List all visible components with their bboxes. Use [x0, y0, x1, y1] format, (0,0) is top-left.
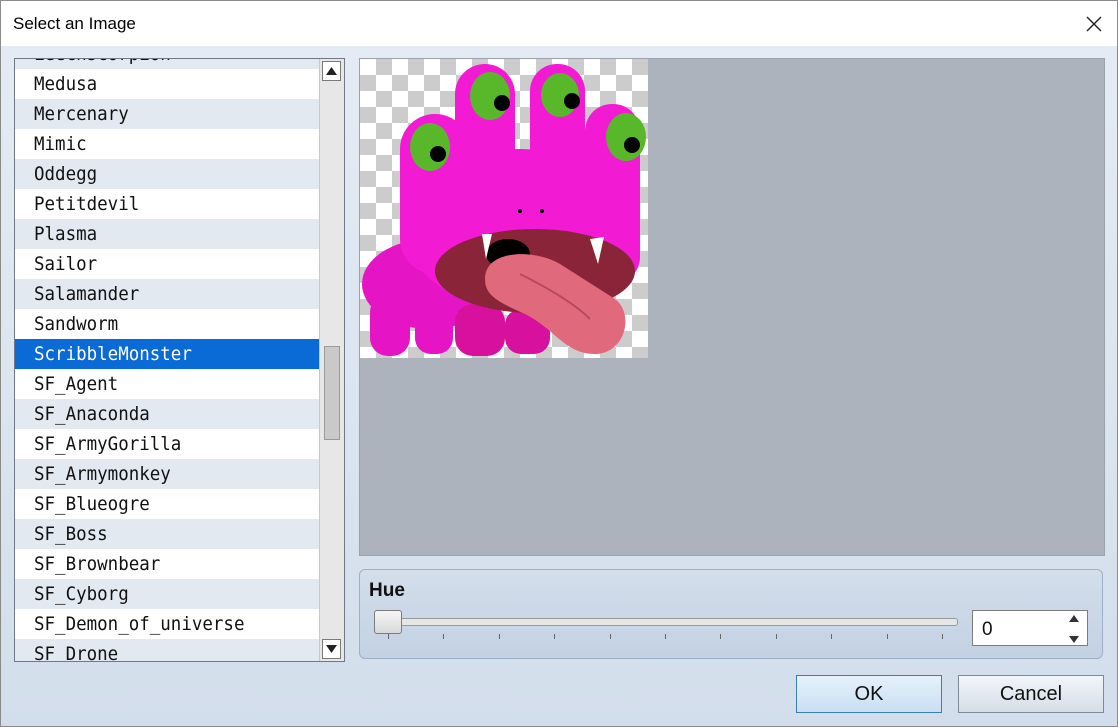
list-item-label: SF_Armymonkey — [34, 463, 171, 485]
title-bar: Select an Image — [1, 1, 1117, 46]
list-item[interactable]: SF_Demon_of_universe — [15, 609, 319, 639]
list-item-label: Leechscorpion — [34, 59, 171, 69]
hue-slider-tick — [831, 634, 833, 639]
image-preview — [359, 58, 1105, 556]
hue-panel: Hue 0 — [359, 569, 1103, 659]
list-item-label: SF_Anaconda — [34, 403, 150, 425]
list-item[interactable]: Sandworm — [15, 309, 319, 339]
list-item[interactable]: Leechscorpion — [15, 59, 319, 69]
list-item[interactable]: Petitdevil — [15, 189, 319, 219]
scroll-down-button[interactable] — [322, 639, 341, 659]
list-item[interactable]: Plasma — [15, 219, 319, 249]
list-item-label: Mimic — [34, 133, 87, 155]
hue-slider-track[interactable] — [374, 618, 958, 626]
hue-value: 0 — [982, 619, 993, 640]
list-item-label: SF_Demon_of_universe — [34, 613, 245, 635]
list-item-label: Oddegg — [34, 163, 98, 185]
list-item[interactable]: Mimic — [15, 129, 319, 159]
list-item-label: SF_Boss — [34, 523, 108, 545]
list-item-label: ScribbleMonster — [34, 343, 192, 365]
list-item[interactable]: Medusa — [15, 69, 319, 99]
hue-slider-thumb[interactable] — [374, 610, 402, 634]
hue-slider-tick — [942, 634, 943, 639]
list-item-label: Mercenary — [34, 103, 129, 125]
monster-image — [362, 64, 646, 356]
list-item[interactable]: SF_Blueogre — [15, 489, 319, 519]
list-scrollbar[interactable] — [319, 59, 344, 661]
list-item[interactable]: ScribbleMonster — [15, 339, 319, 369]
hue-spin-arrows[interactable] — [1068, 615, 1080, 643]
hue-slider-tick — [388, 634, 389, 639]
hue-slider-tick — [720, 634, 722, 639]
hue-label: Hue — [369, 580, 405, 601]
list-item[interactable]: SF_Boss — [15, 519, 319, 549]
list-item-label: SF_ArmyGorilla — [34, 433, 182, 455]
list-item-label: SF_Blueogre — [34, 493, 150, 515]
close-icon — [1086, 16, 1102, 31]
hue-slider-tick — [886, 634, 888, 639]
list-item-label: SF_Agent — [34, 373, 119, 395]
list-item-label: SF_Brownbear — [34, 553, 161, 575]
list-item-label: Sandworm — [34, 313, 119, 335]
list-item[interactable]: Salamander — [15, 279, 319, 309]
hue-slider-tick — [609, 634, 611, 639]
hue-slider-tick — [498, 634, 500, 639]
spin-up-icon[interactable] — [1069, 615, 1079, 622]
scroll-up-button[interactable] — [322, 61, 341, 81]
list-item-label: Salamander — [34, 283, 140, 305]
hue-slider-tick — [665, 634, 666, 639]
hue-slider-tick — [443, 634, 445, 639]
cancel-button[interactable]: Cancel — [958, 675, 1104, 713]
list-item[interactable]: Sailor — [15, 249, 319, 279]
list-item-label: Sailor — [34, 253, 98, 275]
image-list-items: Leechscorpion Medusa Mercenary Mimic Oddegg P… — [15, 59, 319, 662]
scroll-thumb[interactable] — [324, 346, 340, 440]
arrow-up-icon — [326, 67, 337, 75]
window-title: Select an Image — [13, 14, 136, 33]
list-item-label: Petitdevil — [34, 193, 140, 215]
list-item-label: Plasma — [34, 223, 98, 245]
image-list[interactable]: Leechscorpion Medusa Mercenary Mimic Oddegg P… — [14, 58, 345, 662]
list-item[interactable]: SF_Anaconda — [15, 399, 319, 429]
hue-slider-tick — [554, 634, 556, 639]
list-item[interactable]: SF_Cyborg — [15, 579, 319, 609]
spin-down-icon[interactable] — [1069, 636, 1079, 643]
list-item[interactable]: SF_ArmyGorilla — [15, 429, 319, 459]
list-item[interactable]: Oddegg — [15, 159, 319, 189]
list-item[interactable]: SF_Drone — [15, 639, 319, 662]
hue-spinbox[interactable]: 0 — [972, 610, 1088, 646]
list-item-label: SF_Drone — [34, 643, 119, 662]
list-item[interactable]: SF_Armymonkey — [15, 459, 319, 489]
arrow-down-icon — [326, 645, 337, 653]
hue-slider-tick — [775, 634, 777, 639]
select-image-dialog: Select an Image Leechscorpion Medusa Merce… — [0, 0, 1118, 727]
close-button[interactable] — [1071, 1, 1117, 46]
list-item-label: SF_Cyborg — [34, 583, 129, 605]
list-item[interactable]: Mercenary — [15, 99, 319, 129]
list-item[interactable]: SF_Brownbear — [15, 549, 319, 579]
list-item[interactable]: SF_Agent — [15, 369, 319, 399]
list-item-label: Medusa — [34, 73, 98, 95]
ok-button[interactable]: OK — [796, 675, 942, 713]
